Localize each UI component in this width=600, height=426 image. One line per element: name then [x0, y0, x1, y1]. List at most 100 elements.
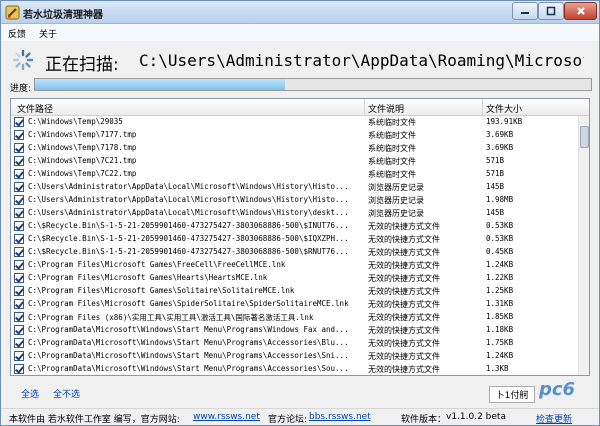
row-checkbox[interactable]: [14, 143, 24, 153]
row-file-path: C:\$Recycle.Bin\S-1-5-21-2059901460-4732…: [28, 234, 349, 243]
close-icon: [576, 7, 585, 15]
progress-bar: [34, 78, 592, 91]
close-button[interactable]: [564, 2, 597, 20]
scrollbar-thumb[interactable]: [580, 126, 589, 148]
table-row[interactable]: C:\$Recycle.Bin\S-1-5-21-2059901460-4732…: [11, 220, 578, 233]
row-file-path: C:\Windows\Temp\7177.tmp: [28, 130, 137, 139]
header-divider[interactable]: [364, 99, 365, 116]
header-divider[interactable]: [482, 99, 483, 116]
minimize-button[interactable]: [512, 2, 538, 20]
row-checkbox[interactable]: [14, 195, 24, 205]
row-checkbox[interactable]: [14, 338, 24, 348]
row-file-size: 1.25KB: [486, 286, 514, 295]
row-checkbox[interactable]: [14, 364, 24, 374]
row-file-size: 1.24KB: [486, 351, 514, 360]
table-row[interactable]: C:\ProgramData\Microsoft\Windows\Start M…: [11, 337, 578, 350]
loading-spinner-icon: [12, 49, 34, 71]
select-all-link[interactable]: 全选: [21, 387, 39, 400]
row-checkbox[interactable]: [14, 182, 24, 192]
row-checkbox[interactable]: [14, 351, 24, 361]
table-row[interactable]: C:\ProgramData\Microsoft\Windows\Start M…: [11, 350, 578, 363]
table-row[interactable]: C:\Windows\Temp\7C22.tmp 系统临时文件 571B: [11, 168, 578, 181]
row-file-path: C:\$Recycle.Bin\S-1-5-21-2059901460-4732…: [28, 247, 349, 256]
row-file-desc: 系统临时文件: [368, 170, 416, 179]
row-file-desc: 无效的快捷方式文件: [368, 313, 440, 322]
menu-feedback[interactable]: 反馈: [8, 27, 26, 40]
window-title: 若水垃圾清理神器: [23, 10, 103, 21]
row-checkbox[interactable]: [14, 156, 24, 166]
minimize-icon: [521, 12, 529, 14]
table-row[interactable]: C:\$Recycle.Bin\S-1-5-21-2059901460-4732…: [11, 246, 578, 259]
select-none-link[interactable]: 全不选: [53, 387, 80, 400]
row-checkbox[interactable]: [14, 130, 24, 140]
header-file-desc[interactable]: 文件说明: [368, 102, 404, 115]
row-checkbox[interactable]: [14, 286, 24, 296]
vertical-scrollbar[interactable]: [578, 116, 589, 375]
header-file-path[interactable]: 文件路径: [17, 102, 53, 115]
row-file-desc: 无效的快捷方式文件: [368, 261, 440, 270]
table-row[interactable]: C:\Users\Administrator\AppData\Local\Mic…: [11, 207, 578, 220]
table-row[interactable]: C:\$Recycle.Bin\S-1-5-21-2059901460-4732…: [11, 233, 578, 246]
header-file-size[interactable]: 文件大小: [486, 102, 522, 115]
version-value: v1.1.0.2 beta: [446, 412, 506, 422]
scan-path: C:\Users\Administrator\AppData\Roaming\M…: [139, 51, 584, 70]
table-row[interactable]: C:\Program Files\Microsoft Games\FreeCel…: [11, 259, 578, 272]
row-file-path: C:\Windows\Temp\7C22.tmp: [28, 169, 137, 178]
row-checkbox[interactable]: [14, 247, 24, 257]
row-checkbox[interactable]: [14, 234, 24, 244]
row-file-path: C:\Program Files (x86)\实用工具\实用工具\激活工具\国际…: [28, 313, 314, 322]
row-checkbox[interactable]: [14, 325, 24, 335]
row-file-size: 193.91KB: [486, 117, 523, 126]
menu-bar: 反馈 关于: [1, 24, 599, 41]
table-row[interactable]: C:\ProgramData\Microsoft\Windows\Start M…: [11, 363, 578, 375]
title-bar[interactable]: 若水垃圾清理神器: [1, 1, 599, 24]
maximize-button[interactable]: [538, 2, 564, 20]
website-link[interactable]: www.rssws.net: [193, 412, 260, 422]
row-file-desc: 无效的快捷方式文件: [368, 287, 440, 296]
table-row[interactable]: C:\Program Files\Microsoft Games\Solitai…: [11, 285, 578, 298]
row-checkbox[interactable]: [14, 208, 24, 218]
row-file-desc: 无效的快捷方式文件: [368, 222, 440, 231]
row-file-size: 1.98MB: [486, 195, 514, 204]
table-row[interactable]: C:\Program Files (x86)\实用工具\实用工具\激活工具\国际…: [11, 311, 578, 324]
forum-label: 官方论坛:: [268, 415, 308, 425]
table-row[interactable]: C:\ProgramData\Microsoft\Windows\Start M…: [11, 324, 578, 337]
menu-about[interactable]: 关于: [39, 27, 57, 40]
table-row[interactable]: C:\Windows\Temp\7C21.tmp 系统临时文件 571B: [11, 155, 578, 168]
row-checkbox[interactable]: [14, 273, 24, 283]
row-checkbox[interactable]: [14, 260, 24, 270]
row-checkbox[interactable]: [14, 299, 24, 309]
table-body: C:\Windows\Temp\29035 系统临时文件 193.91KB C:\Wi…: [11, 116, 578, 375]
table-row[interactable]: C:\Users\Administrator\AppData\Local\Mic…: [11, 194, 578, 207]
table-row[interactable]: C:\Program Files\Microsoft Games\Hearts\…: [11, 272, 578, 285]
row-checkbox[interactable]: [14, 169, 24, 179]
table-row[interactable]: C:\Windows\Temp\7178.tmp 系统临时文件 3.69KB: [11, 142, 578, 155]
progress-fill: [35, 79, 286, 90]
row-file-size: 571B: [486, 156, 505, 165]
row-file-desc: 无效的快捷方式文件: [368, 326, 440, 335]
row-file-desc: 无效的快捷方式文件: [368, 352, 440, 361]
row-checkbox[interactable]: [14, 221, 24, 231]
row-file-desc: 浏览器历史记录: [368, 183, 424, 192]
status-author: 本软件由 若水软件工作室 编写，官方网站:: [9, 415, 180, 425]
table-row[interactable]: C:\Users\Administrator\AppData\Local\Mic…: [11, 181, 578, 194]
row-file-size: 1.31KB: [486, 299, 514, 308]
row-file-path: C:\Windows\Temp\7178.tmp: [28, 143, 137, 152]
row-file-size: 145B: [486, 208, 505, 217]
table-row[interactable]: C:\Windows\Temp\7177.tmp 系统临时文件 3.69KB: [11, 129, 578, 142]
row-file-size: 145B: [486, 182, 505, 191]
row-file-path: C:\Users\Administrator\AppData\Local\Mic…: [28, 182, 349, 191]
version-label: 软件版本：: [401, 415, 447, 425]
table-row[interactable]: C:\Program Files\Microsoft Games\SpiderS…: [11, 298, 578, 311]
row-file-path: C:\ProgramData\Microsoft\Windows\Start M…: [28, 364, 349, 373]
forum-link[interactable]: bbs.rssws.net: [309, 412, 371, 422]
row-file-path: C:\Program Files\Microsoft Games\FreeCel…: [28, 260, 286, 269]
row-file-path: C:\Program Files\Microsoft Games\Solitai…: [28, 286, 295, 295]
row-checkbox[interactable]: [14, 312, 24, 322]
page-scroll-button[interactable]: 卜1付舸: [489, 386, 535, 403]
row-file-path: C:\Program Files\Microsoft Games\Hearts\…: [28, 273, 268, 282]
row-checkbox[interactable]: [14, 117, 24, 127]
check-update-link[interactable]: 检查更新: [536, 412, 572, 425]
scan-label: 正在扫描:: [45, 55, 119, 75]
table-row[interactable]: C:\Windows\Temp\29035 系统临时文件 193.91KB: [11, 116, 578, 129]
